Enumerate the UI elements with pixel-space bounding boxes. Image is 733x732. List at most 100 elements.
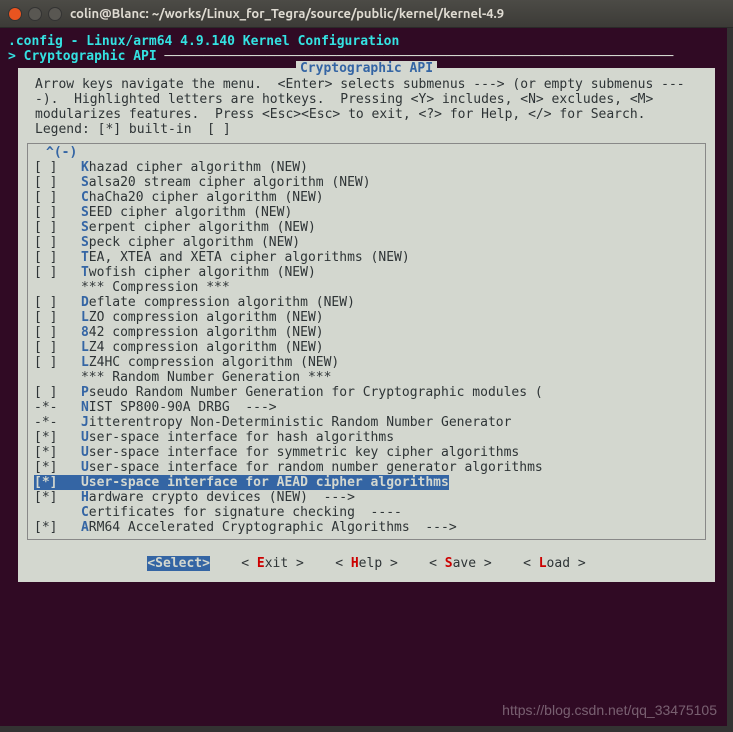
item-label: Z4HC compression algorithm (NEW) [89, 355, 339, 370]
item-label: ardware crypto devices (NEW) ---> [89, 490, 355, 505]
item-label: 42 compression algorithm (NEW) [89, 325, 324, 340]
menu-item[interactable]: [*] User-space interface for AEAD cipher… [34, 475, 699, 490]
dialog-help-text: Arrow keys navigate the menu. <Enter> se… [19, 76, 714, 141]
menu-item[interactable]: [ ] Twofish cipher algorithm (NEW) [34, 265, 699, 280]
item-hotkey: T [81, 250, 89, 265]
item-checkbox[interactable]: [ ] [34, 340, 57, 355]
item-checkbox[interactable]: [*] [34, 460, 57, 475]
item-hotkey: S [81, 235, 89, 250]
item-label: ser-space interface for hash algorithms [89, 430, 394, 445]
breadcrumb-prefix: > [8, 49, 24, 64]
item-checkbox[interactable]: [ ] [34, 220, 57, 235]
menu-item[interactable]: [ ] TEA, XTEA and XETA cipher algorithms… [34, 250, 699, 265]
close-icon[interactable] [8, 7, 22, 21]
item-label: seudo Random Number Generation for Crypt… [89, 385, 543, 400]
item-checkbox[interactable]: [ ] [34, 190, 57, 205]
menu-item[interactable]: [ ] Speck cipher algorithm (NEW) [34, 235, 699, 250]
item-label: alsa20 stream cipher algorithm (NEW) [89, 175, 371, 190]
item-checkbox[interactable]: [*] [34, 520, 57, 535]
item-checkbox[interactable]: [ ] [34, 160, 57, 175]
breadcrumb-label: Cryptographic API [24, 49, 157, 64]
scroll-up-hint: ^(-) [46, 145, 699, 160]
menu-item[interactable]: [ ] LZ4 compression algorithm (NEW) [34, 340, 699, 355]
maximize-icon[interactable] [48, 7, 62, 21]
item-checkbox[interactable]: [*] [34, 445, 57, 460]
item-label: peck cipher algorithm (NEW) [89, 235, 300, 250]
menu-item[interactable]: [ ] Pseudo Random Number Generation for … [34, 385, 699, 400]
menu-item[interactable]: [ ] Salsa20 stream cipher algorithm (NEW… [34, 175, 699, 190]
menu-item[interactable]: -*- Jitterentropy Non-Deterministic Rand… [34, 415, 699, 430]
item-checkbox[interactable]: [*] [34, 430, 57, 445]
load-button[interactable]: < Load > [523, 556, 586, 571]
menu-item[interactable]: [*] Hardware crypto devices (NEW) ---> [34, 490, 699, 505]
menu-item[interactable]: [*] ARM64 Accelerated Cryptographic Algo… [34, 520, 699, 535]
config-header: .config - Linux/arm64 4.9.140 Kernel Con… [0, 34, 727, 49]
item-checkbox[interactable]: [ ] [34, 355, 57, 370]
item-checkbox[interactable]: [ ] [34, 175, 57, 190]
item-checkbox[interactable]: [ ] [34, 295, 57, 310]
item-checkbox[interactable]: [*] [34, 490, 57, 505]
menu-item[interactable]: [ ] Khazad cipher algorithm (NEW) [34, 160, 699, 175]
item-checkbox[interactable]: [ ] [34, 325, 57, 340]
item-checkbox[interactable]: -*- [34, 400, 57, 415]
item-hotkey: C [81, 190, 89, 205]
terminal-body: .config - Linux/arm64 4.9.140 Kernel Con… [0, 28, 733, 732]
item-hotkey: L [81, 340, 89, 355]
item-checkbox[interactable]: [ ] [34, 250, 57, 265]
item-hotkey: J [81, 415, 89, 430]
item-label: ser-space interface for symmetric key ci… [89, 445, 519, 460]
item-checkbox[interactable]: [ ] [34, 235, 57, 250]
item-hotkey: N [81, 400, 89, 415]
item-label: Z4 compression algorithm (NEW) [89, 340, 324, 355]
menu-item[interactable]: [ ] LZO compression algorithm (NEW) [34, 310, 699, 325]
item-label: hazad cipher algorithm (NEW) [89, 160, 308, 175]
item-label: wofish cipher algorithm (NEW) [89, 265, 316, 280]
item-hotkey: S [81, 205, 89, 220]
item-checkbox[interactable]: [ ] [34, 205, 57, 220]
menu-item[interactable]: [ ] Serpent cipher algorithm (NEW) [34, 220, 699, 235]
item-checkbox[interactable]: [ ] [34, 310, 57, 325]
dialog-box: Cryptographic API Arrow keys navigate th… [18, 68, 715, 582]
menu-item[interactable]: [ ] 842 compression algorithm (NEW) [34, 325, 699, 340]
menu-item[interactable]: -*- NIST SP800-90A DRBG ---> [34, 400, 699, 415]
item-label: *** Random Number Generation *** [81, 370, 331, 385]
watermark: https://blog.csdn.net/qq_33475105 [502, 703, 717, 718]
minimize-icon[interactable] [28, 7, 42, 21]
item-checkbox[interactable] [34, 280, 57, 295]
item-hotkey: C [81, 505, 89, 520]
menu-item[interactable]: [ ] ChaCha20 cipher algorithm (NEW) [34, 190, 699, 205]
item-hotkey: L [81, 355, 89, 370]
menu-item[interactable]: *** Random Number Generation *** [34, 370, 699, 385]
item-hotkey: T [81, 265, 89, 280]
item-checkbox[interactable]: [*] [34, 475, 57, 490]
item-hotkey: 8 [81, 325, 89, 340]
item-label: IST SP800-90A DRBG ---> [89, 400, 277, 415]
menu-item[interactable]: [ ] Deflate compression algorithm (NEW) [34, 295, 699, 310]
window-title: colin@Blanc: ~/works/Linux_for_Tegra/sou… [70, 7, 504, 21]
item-checkbox[interactable]: [ ] [34, 385, 57, 400]
item-checkbox[interactable] [34, 505, 57, 520]
menu-item[interactable]: [*] User-space interface for hash algori… [34, 430, 699, 445]
item-checkbox[interactable] [34, 370, 57, 385]
menu-item[interactable]: [ ] LZ4HC compression algorithm (NEW) [34, 355, 699, 370]
item-hotkey: U [81, 430, 89, 445]
item-label: haCha20 cipher algorithm (NEW) [89, 190, 324, 205]
menu-list[interactable]: ^(-) [ ] Khazad cipher algorithm (NEW)[ … [27, 143, 706, 540]
item-checkbox[interactable]: [ ] [34, 265, 57, 280]
item-label: ZO compression algorithm (NEW) [89, 310, 324, 325]
item-label: *** Compression *** [81, 280, 230, 295]
menu-item[interactable]: Certificates for signature checking ---- [34, 505, 699, 520]
menu-item[interactable]: [*] User-space interface for symmetric k… [34, 445, 699, 460]
help-button[interactable]: < Help > [335, 556, 398, 571]
exit-button[interactable]: < Exit > [241, 556, 304, 571]
menu-item[interactable]: [ ] SEED cipher algorithm (NEW) [34, 205, 699, 220]
item-hotkey: H [81, 490, 89, 505]
menu-item[interactable]: [*] User-space interface for random numb… [34, 460, 699, 475]
item-checkbox[interactable]: -*- [34, 415, 57, 430]
save-button[interactable]: < Save > [429, 556, 492, 571]
item-label: EED cipher algorithm (NEW) [89, 205, 293, 220]
item-hotkey: D [81, 295, 89, 310]
menu-item[interactable]: *** Compression *** [34, 280, 699, 295]
button-bar: <Select> < Exit > < Help > < Save > < Lo… [19, 546, 714, 581]
select-button[interactable]: <Select> [147, 556, 210, 571]
